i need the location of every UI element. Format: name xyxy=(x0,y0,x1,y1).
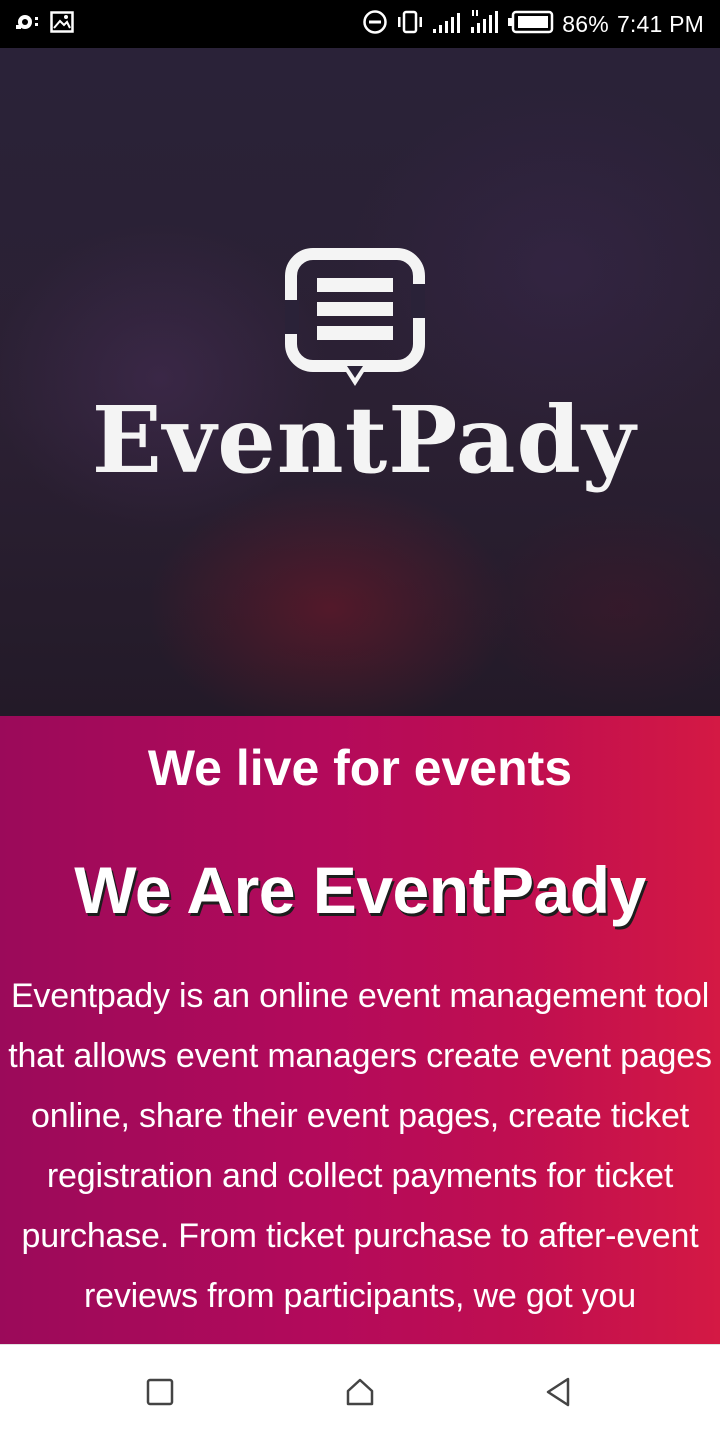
hero-banner: EventPady xyxy=(0,48,720,716)
section-headline: We Are EventPady xyxy=(74,853,646,927)
system-navigation-bar xyxy=(0,1344,720,1440)
battery-icon xyxy=(508,10,554,39)
signal-4g-icon xyxy=(470,9,500,40)
home-icon[interactable] xyxy=(343,1375,377,1409)
clock: 7:41 PM xyxy=(616,10,704,37)
recent-apps-icon[interactable] xyxy=(143,1375,177,1409)
status-right: 86% 7:41 PM xyxy=(362,9,704,40)
status-left xyxy=(14,10,74,38)
about-section: We live for events We Are EventPady Even… xyxy=(0,716,720,1344)
about-description: Eventpady is an online event management … xyxy=(8,977,712,1315)
do-not-disturb-icon xyxy=(362,9,388,40)
event-board-icon xyxy=(285,248,425,394)
vibrate-icon xyxy=(396,9,424,40)
status-bar: 86% 7:41 PM xyxy=(0,0,720,48)
tagline: We live for events xyxy=(147,740,573,796)
signal-icon xyxy=(432,10,462,39)
back-icon[interactable] xyxy=(541,1375,575,1409)
image-icon xyxy=(50,10,74,38)
battery-percentage: 86% xyxy=(562,10,609,37)
eye-icon xyxy=(14,11,40,38)
brand-logo-text: EventPady xyxy=(91,386,637,494)
